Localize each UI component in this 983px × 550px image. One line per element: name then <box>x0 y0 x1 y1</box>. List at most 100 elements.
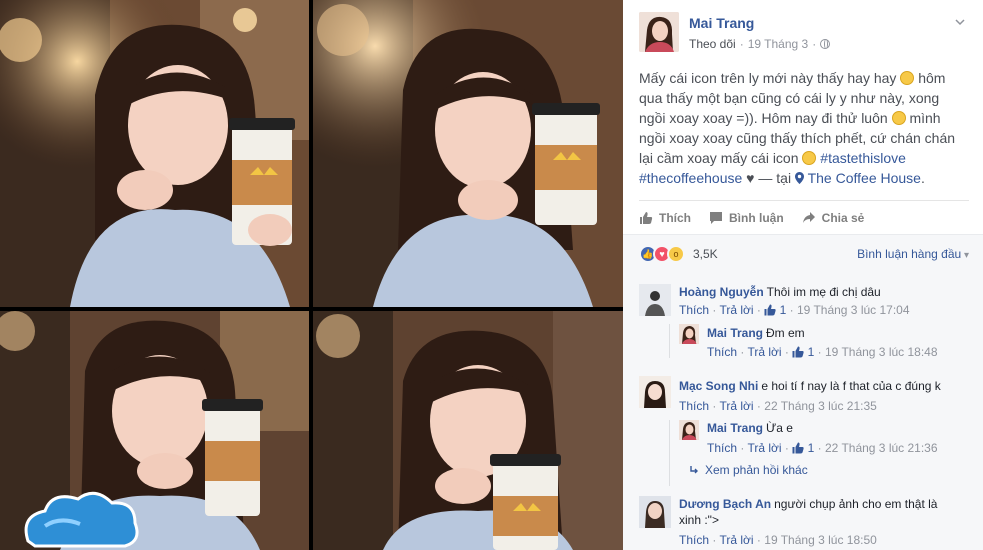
tongue-emoji-icon <box>900 71 915 85</box>
photo-1[interactable] <box>0 0 309 307</box>
relieved-emoji-icon <box>891 111 906 125</box>
separator: · <box>784 441 789 455</box>
separator: · <box>756 303 761 317</box>
laughing-emoji-icon <box>802 151 817 165</box>
reply-like-link[interactable]: Thích <box>707 441 737 455</box>
like-button[interactable]: Thích <box>639 211 691 225</box>
reply-body: Mai Trang Đm em <box>707 325 967 341</box>
replier-name[interactable]: Mai Trang <box>707 326 763 340</box>
comment-like-link[interactable]: Thích <box>679 399 709 413</box>
comment-actions: Thích · Trả lời · 22 Tháng 3 lúc 21:35 <box>679 399 877 413</box>
replier-avatar-image <box>679 324 699 344</box>
comment-time[interactable]: 22 Tháng 3 lúc 21:35 <box>764 399 877 413</box>
post-meta: Theo dõi · 19 Tháng 3 · <box>689 37 831 51</box>
chevron-down-icon[interactable] <box>955 17 965 27</box>
more-replies-link[interactable]: Xem phản hồi khác <box>689 463 808 477</box>
meta-separator: · <box>812 37 817 51</box>
comment-body: Hoàng Nguyễn Thôi im mẹ đi chị dâu <box>679 284 969 300</box>
replier-avatar-image <box>679 420 699 440</box>
comment-like-link[interactable]: Thích <box>679 303 709 317</box>
commenter-name[interactable]: Dương Bạch An <box>679 497 771 511</box>
reaction-count[interactable]: 3,5K <box>693 247 718 261</box>
replier-avatar[interactable] <box>679 420 699 440</box>
separator: · <box>789 303 794 317</box>
comment-time[interactable]: 19 Tháng 3 lúc 18:50 <box>764 533 877 547</box>
reply-reply-link[interactable]: Trả lời <box>747 345 781 359</box>
post-text-part: Mấy cái icon trên ly mới này thấy hay ha… <box>639 70 897 86</box>
commenter-avatar[interactable] <box>639 496 671 528</box>
separator: · <box>817 441 822 455</box>
follow-link[interactable]: Theo dõi <box>689 37 736 51</box>
reply-text: Đm em <box>766 326 805 340</box>
reply-like-count[interactable]: 1 <box>808 345 815 359</box>
reply-time[interactable]: 22 Tháng 3 lúc 21:36 <box>825 441 938 455</box>
comment-reply-link[interactable]: Trả lời <box>719 303 753 317</box>
comment-actions: Thích · Trả lời · 1 · 19 Tháng 3 lúc 17:… <box>679 303 910 317</box>
commenter-name[interactable]: Mạc Song Nhi <box>679 379 758 393</box>
hashtag-link[interactable]: #tastethislove <box>820 150 906 166</box>
commenter-avatar-image <box>639 284 671 316</box>
separator: · <box>740 441 745 455</box>
comment-reply-link[interactable]: Trả lời <box>719 533 753 547</box>
hashtag-link[interactable]: #thecoffeehouse <box>639 170 742 186</box>
author-avatar[interactable] <box>639 12 679 52</box>
photo-collage[interactable] <box>0 0 623 550</box>
wow-reaction-icon: o <box>667 245 685 263</box>
commenter-name[interactable]: Hoàng Nguyễn <box>679 285 764 299</box>
reaction-icons[interactable]: 👍 ♥ o <box>639 245 685 263</box>
meta-separator: · <box>739 37 744 51</box>
commenter-avatar[interactable] <box>639 284 671 316</box>
comment-like-link[interactable]: Thích <box>679 533 709 547</box>
replier-name[interactable]: Mai Trang <box>707 421 763 435</box>
more-replies-label: Xem phản hồi khác <box>705 463 808 477</box>
comment-button[interactable]: Bình luận <box>709 211 784 225</box>
author-name[interactable]: Mai Trang <box>689 15 754 31</box>
thumbs-up-icon <box>792 442 804 454</box>
commenter-avatar-image <box>639 376 671 408</box>
share-label: Chia sẻ <box>821 210 865 225</box>
location-pin-icon <box>794 172 804 184</box>
commenter-avatar-image <box>639 496 671 528</box>
reply-actions: Thích · Trả lời · 1 · 19 Tháng 3 lúc 18:… <box>707 345 938 359</box>
commenter-avatar[interactable] <box>639 376 671 408</box>
post-header: Mai Trang Theo dõi · 19 Tháng 3 · <box>623 0 983 60</box>
period: . <box>920 170 925 186</box>
comment-sort-dropdown[interactable]: Bình luận hàng đầu <box>857 247 969 261</box>
separator: · <box>712 533 717 547</box>
post-actions: Thích Bình luận Chia sẻ <box>639 200 969 232</box>
photo-4[interactable] <box>313 311 623 550</box>
share-icon <box>802 211 815 223</box>
globe-icon <box>820 39 831 49</box>
reply-actions: Thích · Trả lời · 1 · 22 Tháng 3 lúc 21:… <box>707 441 938 455</box>
photo-2[interactable] <box>313 0 623 307</box>
share-button[interactable]: Chia sẻ <box>802 210 865 225</box>
replier-avatar[interactable] <box>679 324 699 344</box>
reply-reply-link[interactable]: Trả lời <box>747 441 781 455</box>
photo-3-image <box>0 311 309 550</box>
reply-arrow-icon <box>690 466 698 474</box>
post-date[interactable]: 19 Tháng 3 <box>748 37 809 51</box>
like-label: Thích <box>659 210 691 225</box>
reply-time[interactable]: 19 Tháng 3 lúc 18:48 <box>825 345 938 359</box>
reply-like-link[interactable]: Thích <box>707 345 737 359</box>
separator: · <box>756 533 761 547</box>
separator: · <box>784 345 789 359</box>
thumbs-up-icon <box>640 211 653 224</box>
comment-time[interactable]: 19 Tháng 3 lúc 17:04 <box>797 303 910 317</box>
comment-text: Thôi im mẹ đi chị dâu <box>766 285 881 299</box>
post-text: Mấy cái icon trên ly mới này thấy hay ha… <box>639 68 969 188</box>
comment-like-count[interactable]: 1 <box>780 303 787 317</box>
thumbs-up-icon <box>764 304 776 316</box>
separator: · <box>712 399 717 413</box>
photo-1-image <box>0 0 309 307</box>
comment-reply-link[interactable]: Trả lời <box>719 399 753 413</box>
reply-like-count[interactable]: 1 <box>808 441 815 455</box>
reply-thread-line <box>669 420 670 486</box>
photo-3[interactable] <box>0 311 309 550</box>
location-prefix: — tại <box>758 170 792 186</box>
photo-4-image <box>313 311 623 550</box>
place-link[interactable]: The Coffee House <box>808 170 921 186</box>
comment-body: Mạc Song Nhi e hoi tí f nay là f that của… <box>679 378 969 394</box>
separator: · <box>756 399 761 413</box>
heart-symbol: ♥ <box>746 170 755 186</box>
